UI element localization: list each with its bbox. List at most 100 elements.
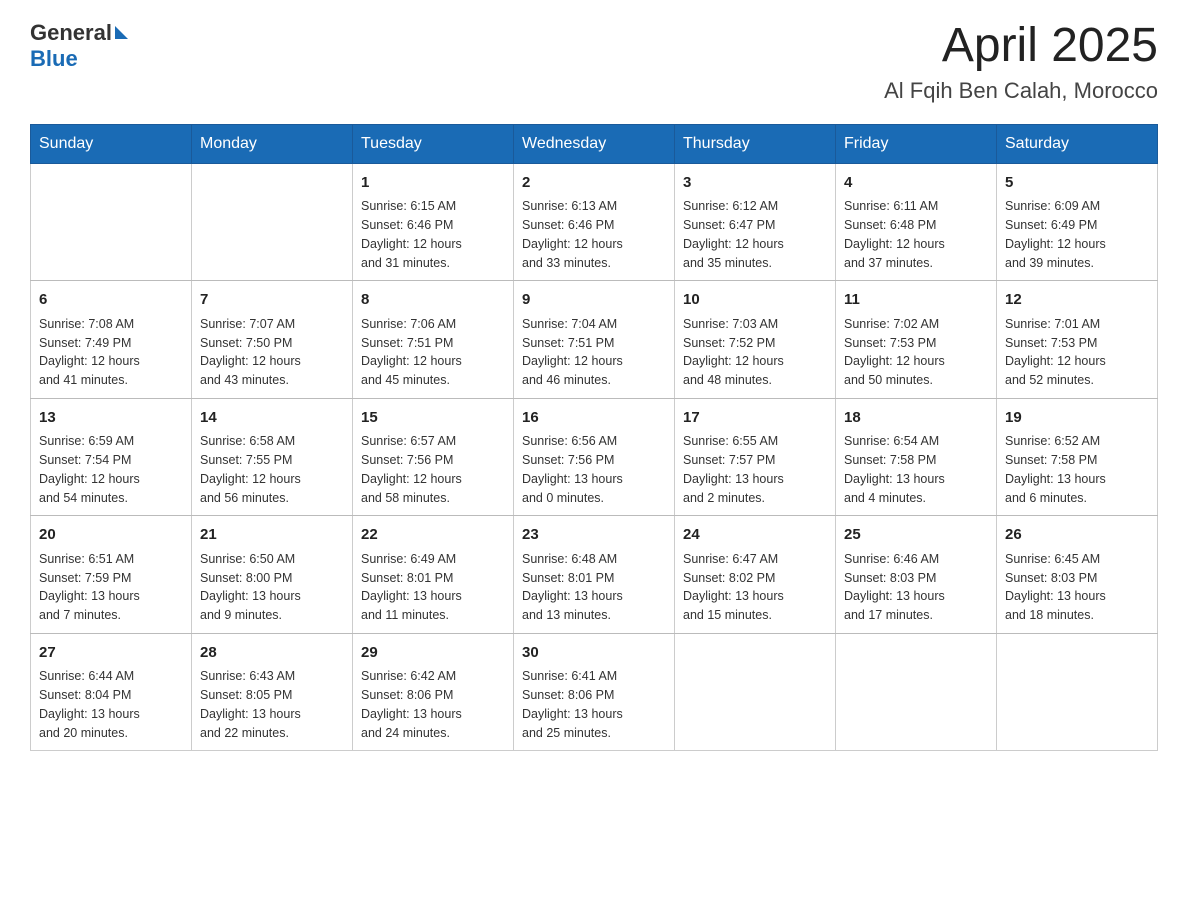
weekday-header-thursday: Thursday	[675, 124, 836, 163]
calendar-table: SundayMondayTuesdayWednesdayThursdayFrid…	[30, 124, 1158, 752]
calendar-cell: 6 Sunrise: 7:08 AM Sunset: 7:49 PM Daylig…	[31, 281, 192, 399]
calendar-week-row: 13Sunrise: 6:59 AM Sunset: 7:54 PM Dayli…	[31, 398, 1158, 516]
day-info: Sunrise: 7:02 AM Sunset: 7:53 PM Dayligh…	[844, 315, 988, 390]
day-info: Sunrise: 6:49 AM Sunset: 8:01 PM Dayligh…	[361, 550, 505, 625]
day-number: 14	[200, 407, 344, 430]
day-number: 27	[39, 642, 183, 665]
day-info: Sunrise: 6:59 AM Sunset: 7:54 PM Dayligh…	[39, 432, 183, 507]
page-header: General Blue April 2025 Al Fqih Ben Cala…	[30, 20, 1158, 104]
logo-general-text: General	[30, 20, 112, 46]
calendar-cell: 14Sunrise: 6:58 AM Sunset: 7:55 PM Dayli…	[192, 398, 353, 516]
calendar-cell	[192, 163, 353, 281]
calendar-cell: 8 Sunrise: 7:06 AM Sunset: 7:51 PM Daylig…	[353, 281, 514, 399]
calendar-cell: 4Sunrise: 6:11 AM Sunset: 6:48 PM Daylig…	[836, 163, 997, 281]
day-number: 9	[522, 289, 666, 312]
calendar-cell: 30Sunrise: 6:41 AM Sunset: 8:06 PM Dayli…	[514, 633, 675, 751]
calendar-cell: 29Sunrise: 6:42 AM Sunset: 8:06 PM Dayli…	[353, 633, 514, 751]
day-number: 10	[683, 289, 827, 312]
day-info: Sunrise: 6:46 AM Sunset: 8:03 PM Dayligh…	[844, 550, 988, 625]
calendar-cell: 20 Sunrise: 6:51 AM Sunset: 7:59 PM Dayli…	[31, 516, 192, 634]
calendar-week-row: 27Sunrise: 6:44 AM Sunset: 8:04 PM Dayli…	[31, 633, 1158, 751]
day-number: 16	[522, 407, 666, 430]
location-title: Al Fqih Ben Calah, Morocco	[884, 78, 1158, 104]
title-section: April 2025 Al Fqih Ben Calah, Morocco	[884, 20, 1158, 104]
calendar-cell: 23Sunrise: 6:48 AM Sunset: 8:01 PM Dayli…	[514, 516, 675, 634]
weekday-header-tuesday: Tuesday	[353, 124, 514, 163]
day-info: Sunrise: 6:50 AM Sunset: 8:00 PM Dayligh…	[200, 550, 344, 625]
calendar-cell: 9 Sunrise: 7:04 AM Sunset: 7:51 PM Daylig…	[514, 281, 675, 399]
day-info: Sunrise: 6:12 AM Sunset: 6:47 PM Dayligh…	[683, 197, 827, 272]
day-info: Sunrise: 6:42 AM Sunset: 8:06 PM Dayligh…	[361, 667, 505, 742]
day-number: 30	[522, 642, 666, 665]
day-info: Sunrise: 6:11 AM Sunset: 6:48 PM Dayligh…	[844, 197, 988, 272]
calendar-cell: 11 Sunrise: 7:02 AM Sunset: 7:53 PM Dayli…	[836, 281, 997, 399]
day-number: 29	[361, 642, 505, 665]
day-info: Sunrise: 6:54 AM Sunset: 7:58 PM Dayligh…	[844, 432, 988, 507]
calendar-cell: 28Sunrise: 6:43 AM Sunset: 8:05 PM Dayli…	[192, 633, 353, 751]
month-title: April 2025	[884, 20, 1158, 73]
day-info: Sunrise: 6:44 AM Sunset: 8:04 PM Dayligh…	[39, 667, 183, 742]
day-number: 3	[683, 172, 827, 195]
weekday-header-monday: Monday	[192, 124, 353, 163]
calendar-cell: 18Sunrise: 6:54 AM Sunset: 7:58 PM Dayli…	[836, 398, 997, 516]
day-number: 1	[361, 172, 505, 195]
weekday-header-sunday: Sunday	[31, 124, 192, 163]
calendar-cell: 15Sunrise: 6:57 AM Sunset: 7:56 PM Dayli…	[353, 398, 514, 516]
day-number: 8	[361, 289, 505, 312]
day-number: 13	[39, 407, 183, 430]
day-number: 5	[1005, 172, 1149, 195]
day-info: Sunrise: 6:13 AM Sunset: 6:46 PM Dayligh…	[522, 197, 666, 272]
day-info: Sunrise: 7:06 AM Sunset: 7:51 PM Dayligh…	[361, 315, 505, 390]
calendar-week-row: 6 Sunrise: 7:08 AM Sunset: 7:49 PM Daylig…	[31, 281, 1158, 399]
calendar-cell: 21 Sunrise: 6:50 AM Sunset: 8:00 PM Dayli…	[192, 516, 353, 634]
day-info: Sunrise: 6:58 AM Sunset: 7:55 PM Dayligh…	[200, 432, 344, 507]
day-number: 15	[361, 407, 505, 430]
day-info: Sunrise: 6:56 AM Sunset: 7:56 PM Dayligh…	[522, 432, 666, 507]
calendar-cell: 7 Sunrise: 7:07 AM Sunset: 7:50 PM Daylig…	[192, 281, 353, 399]
calendar-cell: 26 Sunrise: 6:45 AM Sunset: 8:03 PM Dayli…	[997, 516, 1158, 634]
day-info: Sunrise: 7:04 AM Sunset: 7:51 PM Dayligh…	[522, 315, 666, 390]
calendar-week-row: 1Sunrise: 6:15 AM Sunset: 6:46 PM Daylig…	[31, 163, 1158, 281]
day-number: 18	[844, 407, 988, 430]
day-number: 20	[39, 524, 183, 547]
calendar-cell	[31, 163, 192, 281]
day-info: Sunrise: 6:55 AM Sunset: 7:57 PM Dayligh…	[683, 432, 827, 507]
day-info: Sunrise: 6:51 AM Sunset: 7:59 PM Dayligh…	[39, 550, 183, 625]
weekday-header-friday: Friday	[836, 124, 997, 163]
day-info: Sunrise: 6:52 AM Sunset: 7:58 PM Dayligh…	[1005, 432, 1149, 507]
calendar-week-row: 20 Sunrise: 6:51 AM Sunset: 7:59 PM Dayli…	[31, 516, 1158, 634]
calendar-cell	[836, 633, 997, 751]
day-info: Sunrise: 6:41 AM Sunset: 8:06 PM Dayligh…	[522, 667, 666, 742]
day-number: 24	[683, 524, 827, 547]
logo-arrow-icon	[115, 26, 128, 39]
day-number: 11	[844, 289, 988, 312]
day-number: 21	[200, 524, 344, 547]
logo-blue-text: Blue	[30, 46, 78, 72]
calendar-cell: 3Sunrise: 6:12 AM Sunset: 6:47 PM Daylig…	[675, 163, 836, 281]
day-info: Sunrise: 6:43 AM Sunset: 8:05 PM Dayligh…	[200, 667, 344, 742]
day-info: Sunrise: 6:45 AM Sunset: 8:03 PM Dayligh…	[1005, 550, 1149, 625]
day-info: Sunrise: 6:15 AM Sunset: 6:46 PM Dayligh…	[361, 197, 505, 272]
day-number: 6	[39, 289, 183, 312]
day-info: Sunrise: 7:07 AM Sunset: 7:50 PM Dayligh…	[200, 315, 344, 390]
day-info: Sunrise: 6:09 AM Sunset: 6:49 PM Dayligh…	[1005, 197, 1149, 272]
day-info: Sunrise: 7:03 AM Sunset: 7:52 PM Dayligh…	[683, 315, 827, 390]
day-number: 28	[200, 642, 344, 665]
calendar-cell	[675, 633, 836, 751]
day-number: 26	[1005, 524, 1149, 547]
calendar-cell: 2Sunrise: 6:13 AM Sunset: 6:46 PM Daylig…	[514, 163, 675, 281]
calendar-cell: 19Sunrise: 6:52 AM Sunset: 7:58 PM Dayli…	[997, 398, 1158, 516]
calendar-cell: 27Sunrise: 6:44 AM Sunset: 8:04 PM Dayli…	[31, 633, 192, 751]
day-info: Sunrise: 6:47 AM Sunset: 8:02 PM Dayligh…	[683, 550, 827, 625]
calendar-cell	[997, 633, 1158, 751]
day-number: 25	[844, 524, 988, 547]
day-info: Sunrise: 7:08 AM Sunset: 7:49 PM Dayligh…	[39, 315, 183, 390]
day-number: 17	[683, 407, 827, 430]
calendar-cell: 17Sunrise: 6:55 AM Sunset: 7:57 PM Dayli…	[675, 398, 836, 516]
calendar-cell: 24 Sunrise: 6:47 AM Sunset: 8:02 PM Dayli…	[675, 516, 836, 634]
logo: General Blue	[30, 20, 128, 72]
day-number: 7	[200, 289, 344, 312]
day-info: Sunrise: 6:57 AM Sunset: 7:56 PM Dayligh…	[361, 432, 505, 507]
calendar-cell: 10 Sunrise: 7:03 AM Sunset: 7:52 PM Dayli…	[675, 281, 836, 399]
calendar-cell: 5Sunrise: 6:09 AM Sunset: 6:49 PM Daylig…	[997, 163, 1158, 281]
